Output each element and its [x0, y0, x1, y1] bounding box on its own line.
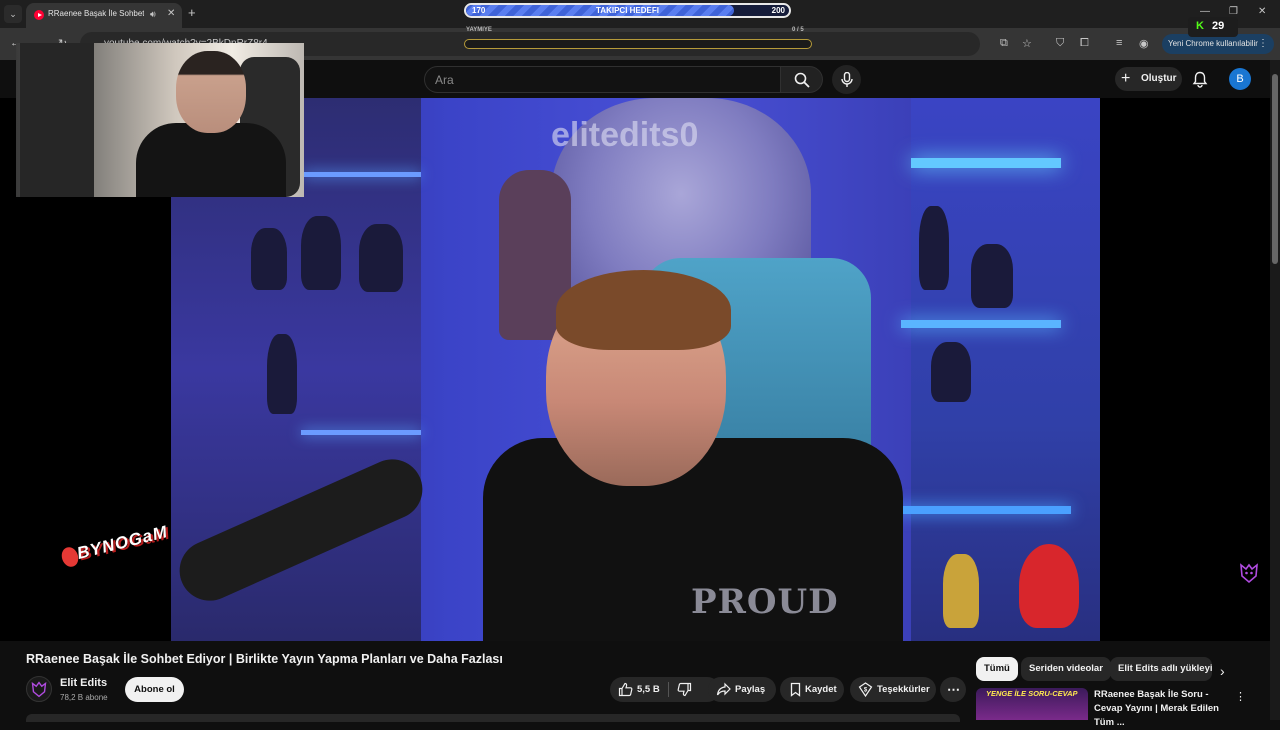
create-label: Oluştur — [1141, 73, 1177, 84]
streamer-head — [176, 51, 246, 133]
goal-label: TAKIPCI HEDEFI — [596, 6, 659, 15]
webcam-overlay — [16, 43, 304, 197]
search-input[interactable]: Ara — [424, 66, 781, 93]
thanks-dollar-icon: $ — [858, 682, 873, 697]
pc-case — [20, 43, 94, 197]
figurine — [301, 216, 341, 290]
account-avatar[interactable]: B — [1229, 68, 1251, 90]
chrome-update-label: Yeni Chrome kullanılabilir — [1168, 39, 1258, 48]
left-shelf-light-2 — [301, 430, 421, 435]
chevron-right-icon[interactable]: › — [1220, 663, 1225, 679]
search-placeholder: Ara — [435, 73, 454, 87]
like-icon[interactable] — [618, 682, 633, 697]
goal2-count: 0 / 5 — [792, 27, 804, 33]
window-close-icon[interactable]: ✕ — [1258, 6, 1266, 17]
channel-watermark: elitedits0 — [551, 116, 699, 154]
more-vertical-icon[interactable]: ⋮ — [1235, 690, 1246, 703]
notifications-bell-icon[interactable] — [1192, 71, 1208, 88]
shield-extension-icon[interactable]: ⛉ — [1056, 37, 1064, 50]
share-button[interactable]: Paylaş — [708, 677, 776, 702]
minimize-icon[interactable]: — — [1200, 6, 1210, 17]
bookmark-icon — [790, 682, 801, 697]
sponsor-text: BYNOGaM — [74, 522, 170, 563]
profile-icon[interactable]: ◉ — [1139, 37, 1149, 50]
kick-count: 29 — [1212, 20, 1225, 32]
scrollbar-thumb[interactable] — [1272, 74, 1278, 264]
chip-series[interactable]: Seriden videolar — [1021, 657, 1111, 681]
subscribe-button[interactable]: Abone ol — [125, 677, 184, 702]
shirt-print: PROUD — [691, 582, 839, 622]
right-neon-light-3 — [891, 506, 1071, 514]
figurine — [919, 206, 949, 290]
subscriber-count: 78,2 B abone — [60, 693, 108, 702]
page-scrollbar[interactable] — [1270, 60, 1280, 720]
dislike-icon[interactable] — [677, 682, 692, 697]
secondary-goal-bar — [464, 39, 812, 49]
media-control-icon[interactable]: ≡ — [1116, 37, 1122, 49]
thanks-label: Teşekkürler — [877, 684, 930, 695]
right-neon-light — [911, 158, 1061, 168]
figurine — [931, 342, 971, 402]
related-filter-chips: Tümü Seriden videolar Elit Edits adlı yü… — [976, 657, 1246, 681]
video-title: RRaenee Başak İle Sohbet Ediyor | Birlik… — [26, 652, 503, 666]
save-button[interactable]: Kaydet — [780, 677, 844, 702]
tab-title: RRaenee Başak İle Sohbet E — [48, 9, 144, 18]
microphone-icon — [841, 72, 853, 87]
chip-uploader[interactable]: Elit Edits adlı yükleyici — [1110, 657, 1212, 681]
description-box[interactable] — [26, 714, 960, 722]
speaker-icon[interactable]: 🔊︎ — [150, 9, 156, 20]
right-neon-light-2 — [901, 320, 1061, 328]
channel-branding-icon[interactable] — [1238, 562, 1260, 584]
channel-name[interactable]: Elit Edits — [60, 677, 107, 689]
save-label: Kaydet — [805, 684, 837, 695]
tab-search-icon[interactable]: ⌄ — [4, 5, 22, 23]
like-divider — [668, 682, 669, 697]
left-shelf-light — [303, 172, 421, 177]
more-horizontal-icon: ⋯ — [947, 682, 960, 697]
spongebob-figure — [943, 554, 979, 628]
chrome-update-button[interactable]: Yeni Chrome kullanılabilir ⋮ — [1162, 34, 1274, 54]
like-dislike-group: 5,5 B — [610, 677, 720, 702]
related-video-thumbnail[interactable]: YENGE İLE SORU-CEVAP — [976, 688, 1088, 720]
bookmark-star-icon[interactable]: ☆ — [1022, 37, 1032, 50]
goal-max: 200 — [771, 6, 785, 15]
voice-search-button[interactable] — [832, 65, 861, 94]
figurine — [267, 334, 297, 414]
figurine — [251, 228, 287, 290]
thanks-button[interactable]: $ Teşekkürler — [850, 677, 936, 702]
more-actions-button[interactable]: ⋯ — [940, 677, 966, 702]
streamer-body — [136, 123, 286, 197]
goal2-label: YAYMIYE — [466, 27, 492, 33]
chip-all[interactable]: Tümü — [976, 657, 1018, 681]
video-frame: PROUD elitedits0 — [171, 98, 1100, 641]
search-button[interactable] — [781, 66, 823, 93]
create-button[interactable]: + Oluştur — [1115, 67, 1182, 91]
related-video-title[interactable]: RRaenee Başak İle Soru - Cevap Yayını | … — [1094, 688, 1230, 730]
kick-viewer-badge: K 29 — [1188, 17, 1238, 37]
install-app-icon[interactable]: ⧉ — [1000, 37, 1008, 50]
tab-close-icon[interactable]: ✕ — [167, 8, 175, 19]
thumbnail-text: YENGE İLE SORU-CEVAP — [986, 689, 1078, 698]
patrick-figure — [1019, 544, 1079, 628]
share-icon — [716, 682, 731, 696]
browser-tab[interactable]: RRaenee Başak İle Sohbet E 🔊︎ ✕ — [26, 3, 182, 28]
sponsor-logo: BYNOGaM — [58, 522, 178, 581]
person-hair — [556, 270, 731, 350]
plus-icon: + — [1121, 70, 1131, 87]
chrome-menu-icon[interactable]: ⋮ — [1258, 34, 1268, 54]
restore-icon[interactable]: ❐ — [1229, 6, 1238, 17]
share-label: Paylaş — [735, 684, 766, 695]
figurine — [971, 244, 1013, 308]
follower-goal-bar: 170 TAKIPCI HEDEFI 200 — [464, 3, 791, 18]
kick-logo-icon: K — [1196, 20, 1204, 32]
channel-avatar[interactable] — [26, 676, 52, 702]
extensions-icon[interactable]: ⧠ — [1080, 37, 1089, 50]
new-tab-icon[interactable]: + — [188, 5, 196, 20]
youtube-favicon-icon — [34, 10, 44, 20]
search-icon — [794, 72, 810, 88]
figurine — [359, 224, 403, 292]
like-count[interactable]: 5,5 B — [637, 677, 660, 702]
